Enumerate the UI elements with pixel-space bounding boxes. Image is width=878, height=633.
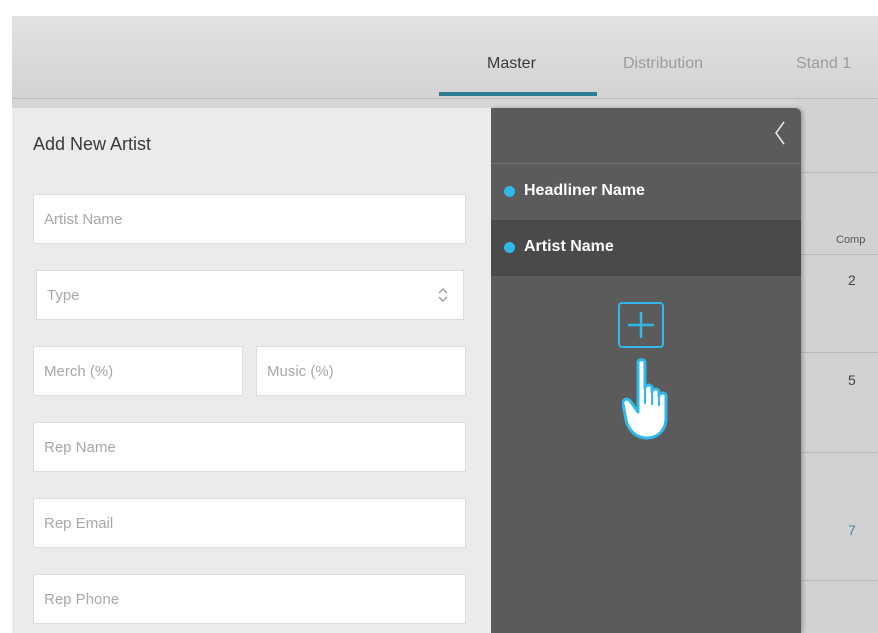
table-divider [795, 452, 878, 453]
add-artist-form: Add New Artist Type [12, 108, 491, 633]
chevron-left-icon[interactable] [773, 120, 787, 146]
tab-distribution[interactable]: Distribution [623, 55, 703, 73]
artist-list-item-label: Artist Name [524, 238, 614, 255]
hand-pointer-icon [622, 358, 668, 440]
music-percent-input[interactable] [256, 346, 466, 396]
table-divider [795, 254, 878, 255]
artist-list-item-label: Headliner Name [524, 182, 645, 199]
table-divider [795, 580, 878, 581]
drawer-header [491, 108, 801, 164]
tab-stand-1[interactable]: Stand 1 [796, 55, 851, 73]
tab-master[interactable]: Master [487, 55, 536, 73]
status-dot-icon [504, 186, 515, 197]
artist-list-item-artist[interactable]: Artist Name [491, 220, 801, 276]
active-tab-indicator [439, 92, 597, 96]
rep-phone-input[interactable] [33, 574, 466, 624]
merch-percent-input[interactable] [33, 346, 243, 396]
comp-value: 7 [848, 522, 856, 538]
comp-value: 2 [848, 272, 856, 288]
comp-column-header: Comp [836, 234, 866, 246]
top-margin [0, 0, 878, 16]
table-divider [795, 172, 878, 173]
tab-bar: Master Distribution Stand 1 [12, 16, 878, 99]
rep-email-input[interactable] [33, 498, 466, 548]
app-screen: Master Distribution Stand 1 Comp 2 5 7 H… [0, 0, 878, 633]
plus-icon [628, 312, 654, 338]
artist-name-input[interactable] [33, 194, 466, 244]
status-dot-icon [504, 242, 515, 253]
type-select[interactable]: Type [36, 270, 464, 320]
select-arrows-icon [438, 288, 448, 302]
type-select-value: Type [47, 287, 80, 304]
background-comp-column [795, 99, 878, 633]
form-title: Add New Artist [33, 134, 152, 154]
rep-name-input[interactable] [33, 422, 466, 472]
add-artist-button[interactable] [618, 302, 664, 348]
artist-list-item-headliner[interactable]: Headliner Name [491, 164, 801, 220]
table-divider [795, 352, 878, 353]
comp-value: 5 [848, 372, 856, 388]
artist-list-drawer: Headliner Name Artist Name [491, 108, 801, 633]
